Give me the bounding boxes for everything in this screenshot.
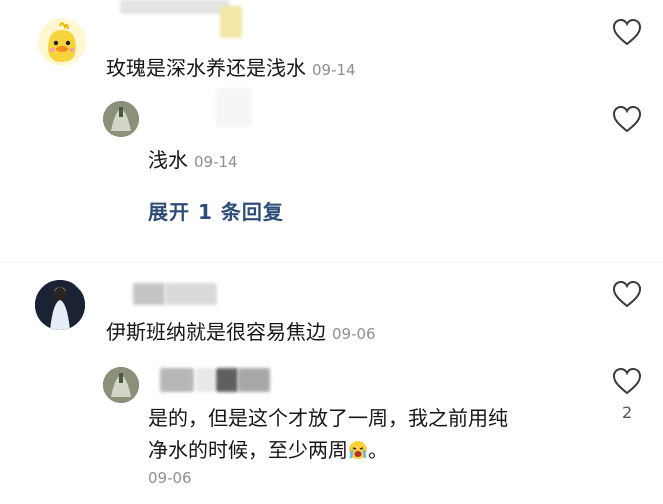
reply-body: 浅水 (148, 148, 188, 172)
like-count: 2 (622, 403, 633, 422)
crying-emoji-icon (349, 441, 367, 459)
reply-text[interactable]: 浅水 09-14 (148, 146, 238, 176)
reply-timestamp: 09-14 (194, 153, 238, 171)
username-blur (133, 283, 165, 305)
like-button[interactable] (611, 17, 643, 47)
divider (0, 262, 663, 263)
username-blur (160, 368, 194, 392)
username-blur (238, 368, 270, 392)
like-button[interactable] (611, 279, 643, 309)
username-blur (216, 88, 252, 126)
avatar-reply-user[interactable] (103, 367, 139, 403)
reply-text-line-2[interactable]: 净水的时候，至少两周 。 (148, 436, 388, 464)
comment-timestamp: 09-14 (312, 61, 356, 79)
username-blur (120, 0, 230, 14)
username-blur (196, 368, 214, 392)
like-button[interactable] (611, 366, 643, 396)
heart-outline-icon (612, 18, 642, 46)
like-button[interactable] (611, 104, 643, 134)
username-blur (165, 283, 217, 305)
comment-text[interactable]: 玫瑰是深水养还是浅水 09-14 (106, 54, 356, 84)
reply-body-end: 。 (368, 438, 388, 462)
reply-timestamp: 09-06 (148, 469, 192, 487)
username-blur (216, 368, 238, 392)
reply-body-line-2: 净水的时候，至少两周 (148, 438, 348, 462)
username-blur (220, 6, 242, 38)
avatar-reply-user[interactable] (103, 101, 139, 137)
avatar-girl[interactable] (35, 280, 85, 330)
avatar-duck[interactable] (38, 18, 86, 66)
heart-outline-icon (612, 105, 642, 133)
comment-body: 伊斯班纳就是很容易焦边 (106, 320, 326, 344)
comment-timestamp: 09-06 (332, 325, 376, 343)
reply-text-line-1[interactable]: 是的，但是这个才放了一周，我之前用纯 (148, 404, 508, 432)
heart-outline-icon (612, 280, 642, 308)
heart-outline-icon (612, 367, 642, 395)
comment-body: 玫瑰是深水养还是浅水 (106, 56, 306, 80)
reply-body-line-1: 是的，但是这个才放了一周，我之前用纯 (148, 406, 508, 430)
expand-replies-link[interactable]: 展开 1 条回复 (148, 196, 284, 225)
comment-text[interactable]: 伊斯班纳就是很容易焦边 09-06 (106, 318, 376, 348)
